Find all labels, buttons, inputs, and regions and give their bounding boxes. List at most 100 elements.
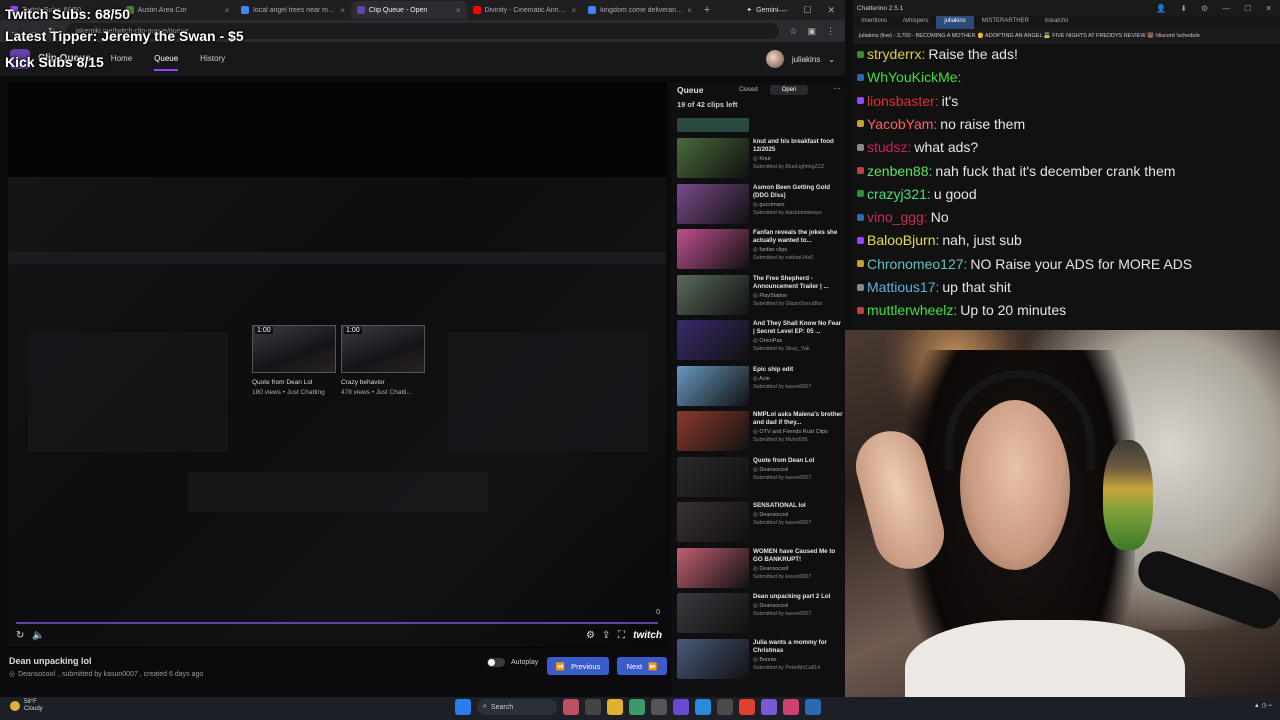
queue-item[interactable]: Asmon Been Getting Gold (DDG Diss) ◎ gucc…: [677, 183, 843, 226]
nav-history[interactable]: History: [200, 48, 225, 71]
fullscreen-icon[interactable]: ⛶: [618, 630, 625, 641]
volume-icon[interactable]: 🔈: [32, 630, 44, 641]
queue-item[interactable]: And They Shall Know No Fear | Secret Lev…: [677, 320, 843, 362]
file-explorer-icon[interactable]: [607, 699, 623, 715]
browser-menu-icon[interactable]: ⋮: [826, 26, 835, 37]
twitch-logo-icon[interactable]: twitch: [633, 630, 662, 641]
browser-tab[interactable]: local angel trees near me - Go×: [235, 1, 351, 19]
chat-username[interactable]: WhYouKickMe:: [867, 69, 961, 85]
queue-item[interactable]: knut and his breakfast food 12/2025 ◎ Knu…: [677, 138, 843, 180]
widgets-icon[interactable]: [563, 699, 579, 715]
chat-tab[interactable]: MISTERARTHER: [974, 16, 1037, 29]
chat-username[interactable]: lionsbaster:: [867, 93, 939, 109]
chat-username[interactable]: zenben88:: [867, 163, 932, 179]
queue-item[interactable]: The Free Shepherd - Announcement Trailer…: [677, 274, 843, 317]
chat-username[interactable]: muttlerwheelz:: [867, 302, 957, 318]
browser-tab[interactable]: Clip Queue - Open ×: [350, 1, 467, 19]
browser-tab[interactable]: kingdom come deliverance ×: [582, 1, 698, 19]
progress-bar[interactable]: [16, 622, 658, 624]
queue-item[interactable]: Epic ship edit ◎ Acie Submitted by kasun00…: [677, 365, 843, 408]
user-icon[interactable]: 👤: [1156, 4, 1166, 13]
close-icon[interactable]: ×: [340, 6, 345, 15]
chat-tab[interactable]: /whispers: [895, 16, 936, 29]
taskbar-search[interactable]: ⌕ Search: [477, 699, 557, 715]
queue-tab-open[interactable]: Open: [769, 85, 809, 95]
queue-item-channel: Deansocool: [759, 603, 789, 610]
app-icon[interactable]: [717, 699, 733, 715]
browser-tab[interactable]: Divinity - Cinematic Announ ×: [467, 1, 583, 19]
chrome-icon[interactable]: [739, 699, 755, 715]
user-menu[interactable]: juliakins ⌄: [765, 50, 845, 68]
minimize-icon[interactable]: —: [1222, 4, 1230, 13]
discord-icon[interactable]: [761, 699, 777, 715]
app-icon[interactable]: [783, 699, 799, 715]
app-icon[interactable]: [651, 699, 667, 715]
system-tray[interactable]: ▲ ◷ ⌁: [1254, 702, 1272, 709]
task-view-icon[interactable]: [585, 699, 601, 715]
chat-username[interactable]: Chronomeo127:: [867, 256, 967, 272]
queue-menu-icon[interactable]: ⋯: [833, 84, 841, 93]
replay-icon[interactable]: ↻: [16, 630, 24, 641]
close-icon[interactable]: ✕: [1265, 4, 1272, 13]
steam-icon[interactable]: [805, 699, 821, 715]
queue-item[interactable]: Dean unpacking part 2 Lol ◎ Deansocool Sub…: [677, 593, 843, 635]
queue-item[interactable]: Quote from Dean Lol ◎ Deansocool Submitted…: [677, 456, 843, 499]
new-tab-icon[interactable]: +: [698, 4, 716, 16]
settings-gear-icon[interactable]: ⚙: [1201, 4, 1208, 13]
close-icon[interactable]: ✕: [827, 5, 835, 16]
chat-username[interactable]: BalooBjurn:: [867, 232, 939, 248]
nav-queue[interactable]: Queue: [154, 48, 179, 71]
chat-tab[interactable]: /mentions: [853, 16, 895, 29]
next-button[interactable]: Next ⏩: [617, 657, 667, 675]
queue-item[interactable]: SENSATIONAL lol ◎ Deansocool Submitted by …: [677, 502, 843, 544]
autoplay-control[interactable]: Autoplay: [487, 658, 538, 667]
nav-home[interactable]: Home: [111, 48, 132, 71]
app-icon[interactable]: [673, 699, 689, 715]
chat-username[interactable]: vino_ggg:: [867, 209, 928, 225]
autoplay-toggle[interactable]: [487, 658, 505, 667]
browser-tab[interactable]: Austin Area Cor ×: [120, 1, 236, 19]
maximize-icon[interactable]: ☐: [1244, 4, 1251, 13]
close-icon[interactable]: ×: [456, 6, 461, 15]
chat-username[interactable]: studsz:: [867, 139, 911, 155]
queue-tab-closed[interactable]: Closed: [727, 85, 770, 95]
chat-username[interactable]: YacobYam:: [867, 116, 937, 132]
queue-item[interactable]: WOMEN have Caused Me to GO BANKRUPT! ◎ De…: [677, 547, 843, 590]
download-icon[interactable]: ⬇: [1180, 4, 1187, 13]
edge-icon[interactable]: [695, 699, 711, 715]
queue-item[interactable]: NMPLol asks Malena's brother and dad if …: [677, 411, 843, 453]
queue-item[interactable]: Fanfan reveals the jokes she actually wa…: [677, 229, 843, 271]
related-clip-card[interactable]: 1:00 Crazy behavior 478 views • Just Cha…: [341, 325, 425, 396]
queue-item[interactable]: Julia wants a mommy for Christmas ◎ Bonni…: [677, 638, 843, 681]
clip-meta: 478 views • Just Chatti...: [341, 389, 412, 396]
chat-username[interactable]: Mattious17:: [867, 279, 939, 295]
settings-gear-icon[interactable]: ⚙: [586, 630, 595, 641]
chat-tab[interactable]: juliakins: [936, 16, 974, 29]
start-icon[interactable]: [455, 699, 471, 715]
rewind-icon: ⏪: [555, 661, 566, 671]
chat-tab[interactable]: itskatchii: [1037, 16, 1076, 29]
ghost-panel: [188, 472, 488, 512]
share-icon[interactable]: ⇪: [602, 630, 610, 641]
chat-username[interactable]: crazyj321:: [867, 186, 931, 202]
store-icon[interactable]: [629, 699, 645, 715]
clip-player[interactable]: 1:00 Quote from Dean Lol 180 views • Jus…: [8, 82, 666, 648]
bookmark-star-icon[interactable]: ☆: [789, 26, 797, 37]
minimize-icon[interactable]: —: [778, 5, 787, 16]
extensions-icon[interactable]: ▣: [807, 26, 816, 37]
close-icon[interactable]: ×: [225, 6, 230, 15]
autoplay-label: Autoplay: [511, 659, 539, 666]
queue-item-thumbnail[interactable]: [677, 118, 749, 132]
chat-titlebar: Chatterino 2.5.1 👤 ⬇ ⚙ — ☐ ✕: [853, 0, 1280, 16]
gemini-button[interactable]: ✦ Gemini: [746, 6, 778, 15]
related-clip-card[interactable]: 1:00 Quote from Dean Lol 180 views • Jus…: [252, 325, 336, 396]
weather-widget[interactable]: 58°F Cloudy: [10, 699, 43, 713]
current-clip-channel[interactable]: Deansocool: [18, 671, 55, 678]
maximize-icon[interactable]: ☐: [803, 5, 811, 16]
close-icon[interactable]: ×: [687, 6, 692, 15]
chat-username[interactable]: stryderrx:: [867, 46, 925, 62]
close-icon[interactable]: ×: [572, 6, 577, 15]
previous-button[interactable]: ⏪ Previous: [547, 657, 609, 675]
clip-title: Quote from Dean Lol: [252, 379, 313, 386]
queue-item-info: knut and his breakfast food 12/2025 ◎ Knu…: [753, 138, 843, 170]
